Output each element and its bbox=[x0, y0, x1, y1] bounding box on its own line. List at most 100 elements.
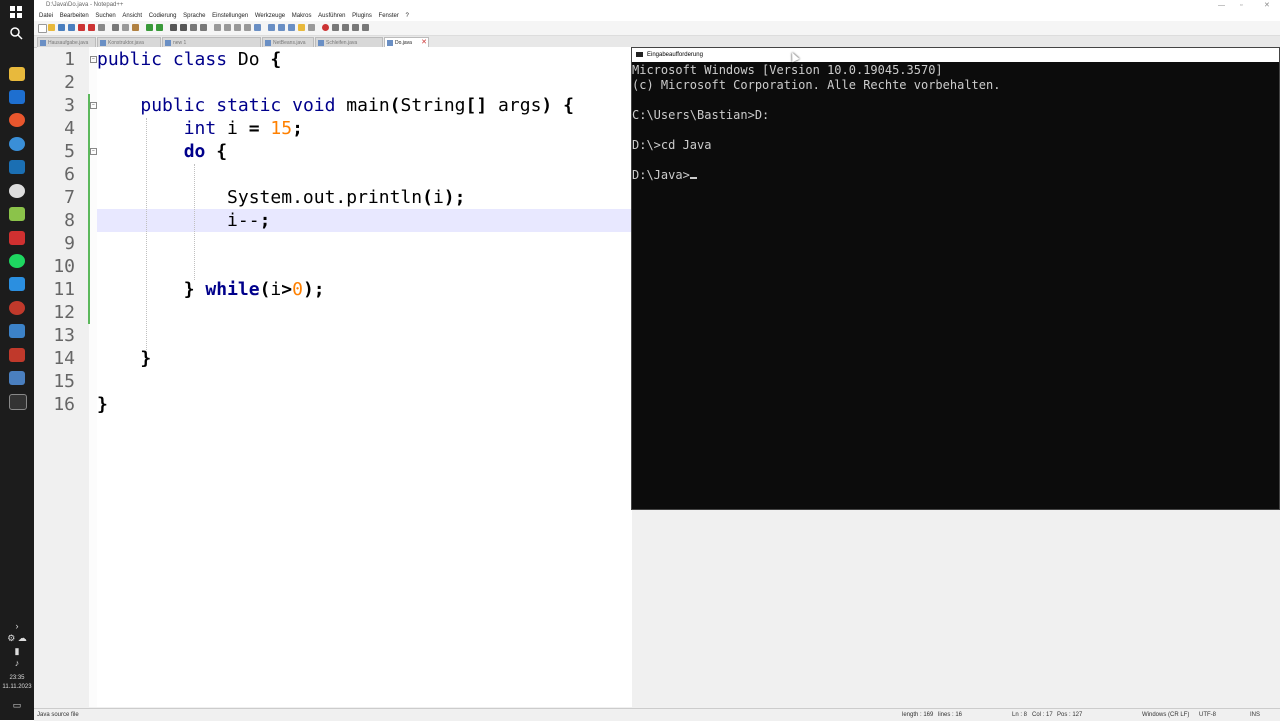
menu-suchen[interactable]: Suchen bbox=[95, 13, 115, 19]
udl-icon[interactable] bbox=[268, 24, 275, 31]
cmd-title-bar[interactable]: Eingabeaufforderung bbox=[632, 48, 1279, 62]
status-encoding[interactable]: UTF-8 bbox=[1199, 709, 1216, 721]
tab-label: Konstruktor.java bbox=[108, 40, 144, 46]
code-line[interactable]: } bbox=[97, 393, 108, 416]
sharkfin-icon[interactable] bbox=[9, 324, 25, 338]
close-button[interactable]: ✕ bbox=[1264, 0, 1270, 11]
tab-hausaufgabe[interactable]: Hausaufgabe.java bbox=[37, 37, 96, 47]
tab-new-1[interactable]: new 1 bbox=[162, 37, 261, 47]
windows-start-icon[interactable] bbox=[9, 5, 25, 19]
code-line[interactable]: } bbox=[97, 347, 151, 370]
tab-netbeans[interactable]: NetBeans.java bbox=[262, 37, 314, 47]
fold-toggle-icon[interactable]: − bbox=[90, 148, 97, 155]
tab-do-java[interactable]: Do.java ✕ bbox=[384, 37, 429, 47]
menu-einstellungen[interactable]: Einstellungen bbox=[212, 13, 248, 19]
tray-icons[interactable]: ⚙ ☁ bbox=[0, 633, 34, 644]
redo-icon[interactable] bbox=[156, 24, 163, 31]
file-explorer-icon[interactable] bbox=[9, 67, 25, 81]
copy-icon[interactable] bbox=[122, 24, 129, 31]
print-icon[interactable] bbox=[98, 24, 105, 31]
save-icon[interactable] bbox=[58, 24, 65, 31]
code-line[interactable]: System.out.println(i); bbox=[97, 186, 465, 209]
paste-icon[interactable] bbox=[132, 24, 139, 31]
save-all-icon[interactable] bbox=[68, 24, 75, 31]
indent-guide-icon[interactable] bbox=[254, 24, 261, 31]
function-list-icon[interactable] bbox=[288, 24, 295, 31]
play-macro-icon[interactable] bbox=[342, 24, 349, 31]
volume-icon[interactable]: ♪ bbox=[0, 658, 34, 668]
console-prompt-line[interactable]: D:\Java> bbox=[632, 168, 697, 183]
toolbar bbox=[34, 21, 1280, 36]
clock[interactable]: 23:35 11.11.2023 bbox=[0, 674, 34, 692]
menu-codierung[interactable]: Codierung bbox=[149, 13, 177, 19]
wrap-icon[interactable] bbox=[234, 24, 241, 31]
vscode-icon[interactable] bbox=[9, 277, 25, 291]
stop-macro-icon[interactable] bbox=[332, 24, 339, 31]
replace-icon[interactable] bbox=[180, 24, 187, 31]
filezilla-icon[interactable] bbox=[9, 348, 25, 362]
notification-icon[interactable]: ▭ bbox=[0, 700, 34, 711]
menu-sprache[interactable]: Sprache bbox=[183, 13, 205, 19]
menu-werkzeuge[interactable]: Werkzeuge bbox=[255, 13, 285, 19]
menu-bearbeiten[interactable]: Bearbeiten bbox=[60, 13, 89, 19]
mail-icon[interactable] bbox=[9, 90, 25, 104]
doc-map-icon[interactable] bbox=[278, 24, 285, 31]
new-file-icon[interactable] bbox=[38, 24, 47, 33]
menu-ansicht[interactable]: Ansicht bbox=[122, 13, 142, 19]
tool-icon[interactable] bbox=[9, 231, 25, 245]
file-icon bbox=[387, 40, 393, 46]
zoom-out-icon[interactable] bbox=[200, 24, 207, 31]
code-line[interactable]: do { bbox=[97, 140, 227, 163]
terminal-icon[interactable] bbox=[9, 394, 27, 410]
app-icon[interactable] bbox=[9, 301, 25, 315]
browser-icon[interactable] bbox=[9, 137, 25, 151]
menu-plugins[interactable]: Plugins bbox=[352, 13, 372, 19]
menu-help[interactable]: ? bbox=[406, 13, 409, 19]
code-line[interactable]: } while(i>0); bbox=[97, 278, 325, 301]
tray-chevron-icon[interactable]: › bbox=[0, 621, 34, 631]
fold-toggle-icon[interactable]: − bbox=[90, 56, 97, 63]
play-multi-icon[interactable] bbox=[352, 24, 359, 31]
sync-h-icon[interactable] bbox=[224, 24, 231, 31]
code-line[interactable]: int i = 15; bbox=[97, 117, 303, 140]
notepadpp-icon[interactable] bbox=[9, 207, 25, 221]
open-file-icon[interactable] bbox=[48, 24, 55, 31]
menu-datei[interactable]: Datei bbox=[39, 13, 53, 19]
spotify-icon[interactable] bbox=[9, 254, 25, 268]
save-macro-icon[interactable] bbox=[362, 24, 369, 31]
code-line[interactable]: public class Do { bbox=[97, 48, 281, 71]
tab-konstruktor[interactable]: Konstruktor.java bbox=[97, 37, 161, 47]
tab-schleifen[interactable]: Schleifen.java bbox=[315, 37, 383, 47]
fold-toggle-icon[interactable]: − bbox=[90, 102, 97, 109]
close-tab-icon[interactable]: ✕ bbox=[421, 38, 427, 47]
line-number: 7 bbox=[64, 187, 75, 208]
sync-v-icon[interactable] bbox=[214, 24, 221, 31]
cut-icon[interactable] bbox=[112, 24, 119, 31]
code-line[interactable]: public static void main(String[] args) { bbox=[97, 94, 574, 117]
vpn-icon[interactable] bbox=[9, 184, 25, 198]
virtualbox-icon[interactable] bbox=[9, 371, 25, 385]
status-eol[interactable]: Windows (CR LF) bbox=[1142, 709, 1189, 721]
folder-workspace-icon[interactable] bbox=[298, 24, 305, 31]
menu-fenster[interactable]: Fenster bbox=[379, 13, 399, 19]
menu-ausfuehren[interactable]: Ausführen bbox=[318, 13, 345, 19]
close-all-icon[interactable] bbox=[88, 24, 95, 31]
command-prompt-window[interactable]: Eingabeaufforderung Microsoft Windows [V… bbox=[631, 47, 1280, 510]
record-macro-icon[interactable] bbox=[322, 24, 329, 31]
search-icon[interactable] bbox=[9, 26, 25, 40]
minimize-button[interactable]: — bbox=[1218, 0, 1225, 11]
code-line[interactable]: i--; bbox=[97, 209, 270, 232]
network-icon[interactable]: ▮ bbox=[0, 646, 34, 657]
menu-makros[interactable]: Makros bbox=[292, 13, 312, 19]
undo-icon[interactable] bbox=[146, 24, 153, 31]
all-chars-icon[interactable] bbox=[244, 24, 251, 31]
status-ln: Ln : 8 bbox=[1012, 712, 1028, 718]
close-file-icon[interactable] bbox=[78, 24, 85, 31]
find-icon[interactable] bbox=[170, 24, 177, 31]
monitor-icon[interactable] bbox=[308, 24, 315, 31]
maximize-button[interactable]: ▫ bbox=[1240, 0, 1242, 11]
steam-icon[interactable] bbox=[9, 160, 25, 174]
zoom-in-icon[interactable] bbox=[190, 24, 197, 31]
line-number: 11 bbox=[53, 279, 75, 300]
firefox-icon[interactable] bbox=[9, 113, 25, 127]
